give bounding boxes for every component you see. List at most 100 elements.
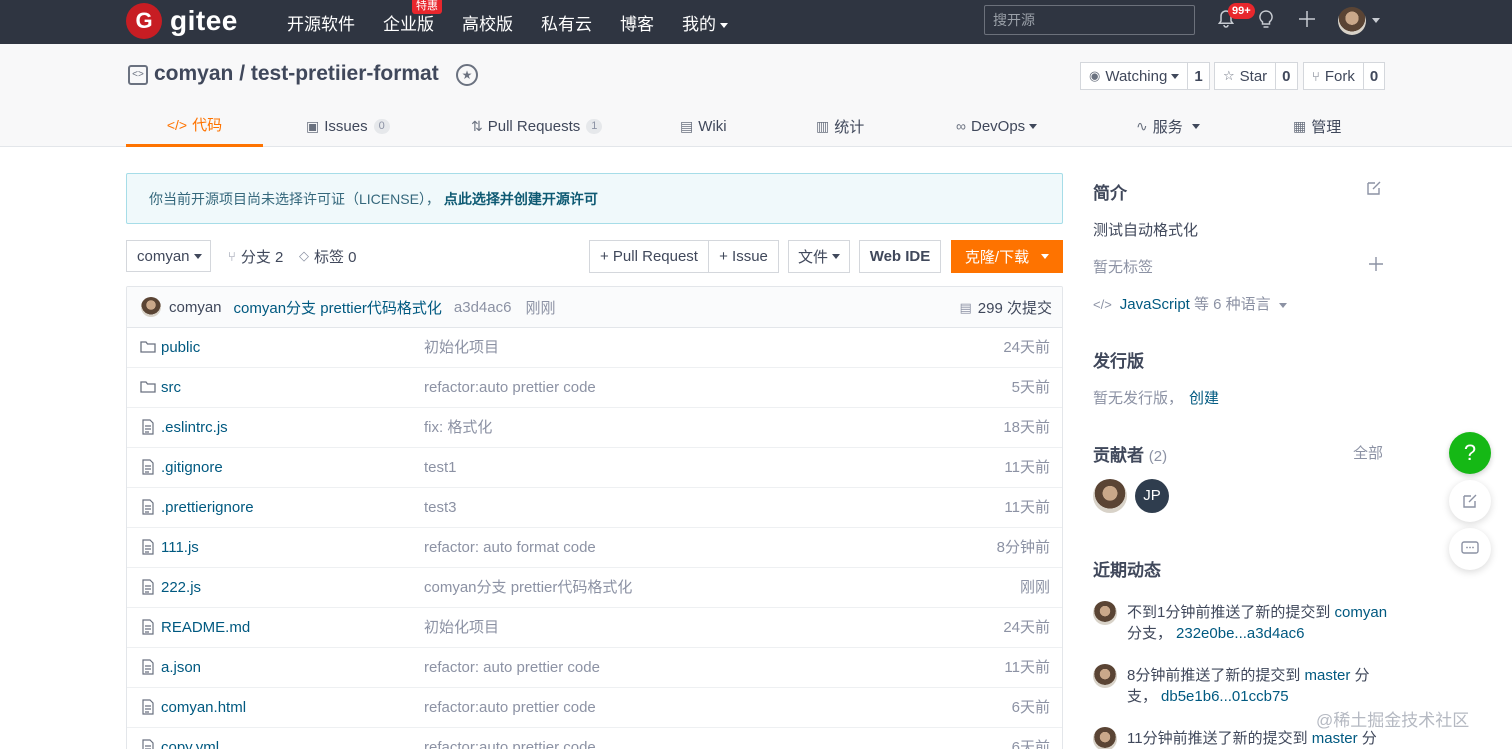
activity-avatar[interactable] bbox=[1093, 727, 1117, 749]
chat-button[interactable] bbox=[1449, 528, 1491, 570]
nav-private-cloud[interactable]: 私有云 bbox=[541, 10, 592, 35]
file-row[interactable]: comyan.html refactor:auto prettier code 6天… bbox=[127, 688, 1062, 728]
file-name[interactable]: public bbox=[161, 328, 200, 368]
nav-education[interactable]: 高校版 bbox=[462, 10, 513, 35]
tags-link[interactable]: ◇ 标签 0 bbox=[299, 240, 357, 272]
repo-toolbar: comyan ⑂ 分支 2 ◇ 标签 0 + Pull Request + Issu… bbox=[126, 240, 1063, 273]
file-row[interactable]: README.md 初始化项目 24天前 bbox=[127, 608, 1062, 648]
branch-select[interactable]: comyan bbox=[126, 240, 211, 272]
create-release-link[interactable]: 创建 bbox=[1189, 390, 1219, 407]
star-button[interactable]: ☆ Star 0 bbox=[1214, 62, 1298, 90]
file-commit-message[interactable]: fix: 格式化 bbox=[424, 408, 492, 448]
branches-link[interactable]: ⑂ 分支 2 bbox=[228, 240, 283, 272]
feedback-edit-button[interactable] bbox=[1449, 480, 1491, 522]
add-tag-plus-icon[interactable] bbox=[1368, 256, 1384, 277]
fork-count[interactable]: 0 bbox=[1364, 68, 1384, 85]
edit-icon[interactable] bbox=[1366, 180, 1382, 201]
file-row[interactable]: .eslintrc.js fix: 格式化 18天前 bbox=[127, 408, 1062, 448]
file-name[interactable]: 111.js bbox=[161, 528, 199, 568]
star-count[interactable]: 0 bbox=[1276, 68, 1296, 85]
file-name[interactable]: .gitignore bbox=[161, 448, 223, 488]
lightbulb-icon[interactable] bbox=[1254, 9, 1278, 33]
book-icon: ▤ bbox=[680, 117, 694, 134]
search-input[interactable] bbox=[984, 5, 1195, 35]
activity-avatar[interactable] bbox=[1093, 664, 1117, 688]
fork-button[interactable]: ⑂ Fork 0 bbox=[1303, 62, 1386, 90]
nav-open-source[interactable]: 开源软件 bbox=[287, 10, 355, 35]
file-commit-message[interactable]: test3 bbox=[424, 488, 457, 528]
new-issue-button[interactable]: + Issue bbox=[708, 240, 779, 273]
tab-wiki[interactable]: ▤ Wiki bbox=[680, 105, 727, 147]
tab-issues[interactable]: ▣ Issues 0 bbox=[306, 105, 390, 147]
tab-manage[interactable]: ▦ 管理 bbox=[1293, 105, 1341, 147]
activity-commit-range-link[interactable]: db5e1b6...01ccb75 bbox=[1161, 688, 1289, 705]
chevron-down-icon bbox=[1041, 254, 1050, 259]
tab-pull-requests[interactable]: ⇅ Pull Requests 1 bbox=[471, 105, 603, 147]
file-name[interactable]: copy.yml bbox=[161, 728, 219, 749]
nav-blog[interactable]: 博客 bbox=[620, 10, 654, 35]
file-commit-message[interactable]: 初始化项目 bbox=[424, 608, 499, 648]
activity-branch-link[interactable]: master bbox=[1305, 667, 1351, 684]
file-name[interactable]: a.json bbox=[161, 648, 201, 688]
file-commit-message[interactable]: comyan分支 prettier代码格式化 bbox=[424, 568, 632, 608]
user-avatar[interactable] bbox=[1338, 7, 1366, 35]
contributor-avatar[interactable] bbox=[1093, 479, 1127, 513]
file-row[interactable]: copy.yml refactor:auto prettier code 6天前 bbox=[127, 728, 1062, 749]
chevron-down-icon bbox=[1029, 123, 1038, 129]
repo-title[interactable]: comyan / test-pretiier-format bbox=[154, 62, 439, 86]
file-name[interactable]: .prettierignore bbox=[161, 488, 254, 528]
file-menu-button[interactable]: 文件 bbox=[788, 240, 850, 273]
activity-avatar[interactable] bbox=[1093, 601, 1117, 625]
file-row[interactable]: src refactor:auto prettier code 5天前 bbox=[127, 368, 1062, 408]
file-row[interactable]: .gitignore test1 11天前 bbox=[127, 448, 1062, 488]
contributor-avatar-jp[interactable]: JP bbox=[1135, 479, 1169, 513]
file-row[interactable]: public 初始化项目 24天前 bbox=[127, 328, 1062, 368]
tab-devops[interactable]: ∞ DevOps bbox=[956, 105, 1038, 147]
file-name[interactable]: 222.js bbox=[161, 568, 201, 608]
file-name[interactable]: README.md bbox=[161, 608, 250, 648]
gitee-logo[interactable]: G gitee bbox=[126, 3, 238, 39]
recommend-badge-icon[interactable]: ★ bbox=[456, 64, 478, 86]
watch-button[interactable]: ◉ Watching 1 bbox=[1080, 62, 1210, 90]
tab-stats[interactable]: ▥ 统计 bbox=[816, 105, 864, 147]
commit-sha[interactable]: a3d4ac6 bbox=[454, 299, 512, 316]
watch-count[interactable]: 1 bbox=[1188, 68, 1208, 85]
chevron-down-icon[interactable] bbox=[1372, 18, 1380, 23]
file-commit-message[interactable]: refactor: auto prettier code bbox=[424, 648, 600, 688]
file-commit-message[interactable]: 初始化项目 bbox=[424, 328, 499, 368]
file-row[interactable]: 111.js refactor: auto format code 8分钟前 bbox=[127, 528, 1062, 568]
file-row[interactable]: a.json refactor: auto prettier code 11天前 bbox=[127, 648, 1062, 688]
clone-download-button[interactable]: 克隆/下载 bbox=[951, 240, 1063, 273]
tab-code[interactable]: </> 代码 bbox=[126, 105, 263, 147]
activity-branch-link[interactable]: master bbox=[1312, 730, 1358, 747]
help-button[interactable]: ? bbox=[1449, 432, 1491, 474]
file-commit-message[interactable]: refactor:auto prettier code bbox=[424, 728, 596, 749]
commit-author[interactable]: comyan bbox=[169, 299, 222, 316]
activity-branch-link[interactable]: comyan bbox=[1335, 604, 1388, 621]
nav-mine[interactable]: 我的 bbox=[682, 10, 728, 35]
new-pull-request-button[interactable]: + Pull Request bbox=[589, 240, 709, 273]
file-row[interactable]: 222.js comyan分支 prettier代码格式化 刚刚 bbox=[127, 568, 1062, 608]
web-ide-button[interactable]: Web IDE bbox=[859, 240, 941, 273]
file-name[interactable]: src bbox=[161, 368, 181, 408]
file-commit-message[interactable]: refactor: auto format code bbox=[424, 528, 596, 568]
language-link[interactable]: JavaScript bbox=[1120, 296, 1190, 313]
watch-label: Watching bbox=[1105, 67, 1168, 85]
nav-enterprise[interactable]: 企业版 特惠 bbox=[383, 0, 442, 35]
contributors-all-link[interactable]: 全部 bbox=[1353, 442, 1383, 463]
file-name[interactable]: comyan.html bbox=[161, 688, 246, 728]
tab-services-label: 服务 bbox=[1152, 118, 1183, 136]
activity-commit-range-link[interactable]: 232e0be...a3d4ac6 bbox=[1176, 625, 1304, 642]
commit-author-avatar[interactable] bbox=[141, 297, 161, 317]
file-commit-message[interactable]: refactor:auto prettier code bbox=[424, 688, 596, 728]
language-info[interactable]: </> JavaScript 等 6 种语言 bbox=[1093, 293, 1287, 314]
commit-count-link[interactable]: ▤ 299 次提交 bbox=[960, 287, 1053, 328]
plus-icon[interactable] bbox=[1295, 9, 1319, 33]
file-row[interactable]: .prettierignore test3 11天前 bbox=[127, 488, 1062, 528]
file-commit-message[interactable]: test1 bbox=[424, 448, 457, 488]
file-commit-message[interactable]: refactor:auto prettier code bbox=[424, 368, 596, 408]
file-name[interactable]: .eslintrc.js bbox=[161, 408, 228, 448]
commit-message[interactable]: comyan分支 prettier代码格式化 bbox=[234, 297, 442, 318]
license-create-link[interactable]: 点此选择并创建开源许可 bbox=[444, 189, 598, 209]
tab-services[interactable]: ∿ 服务 bbox=[1136, 105, 1200, 147]
